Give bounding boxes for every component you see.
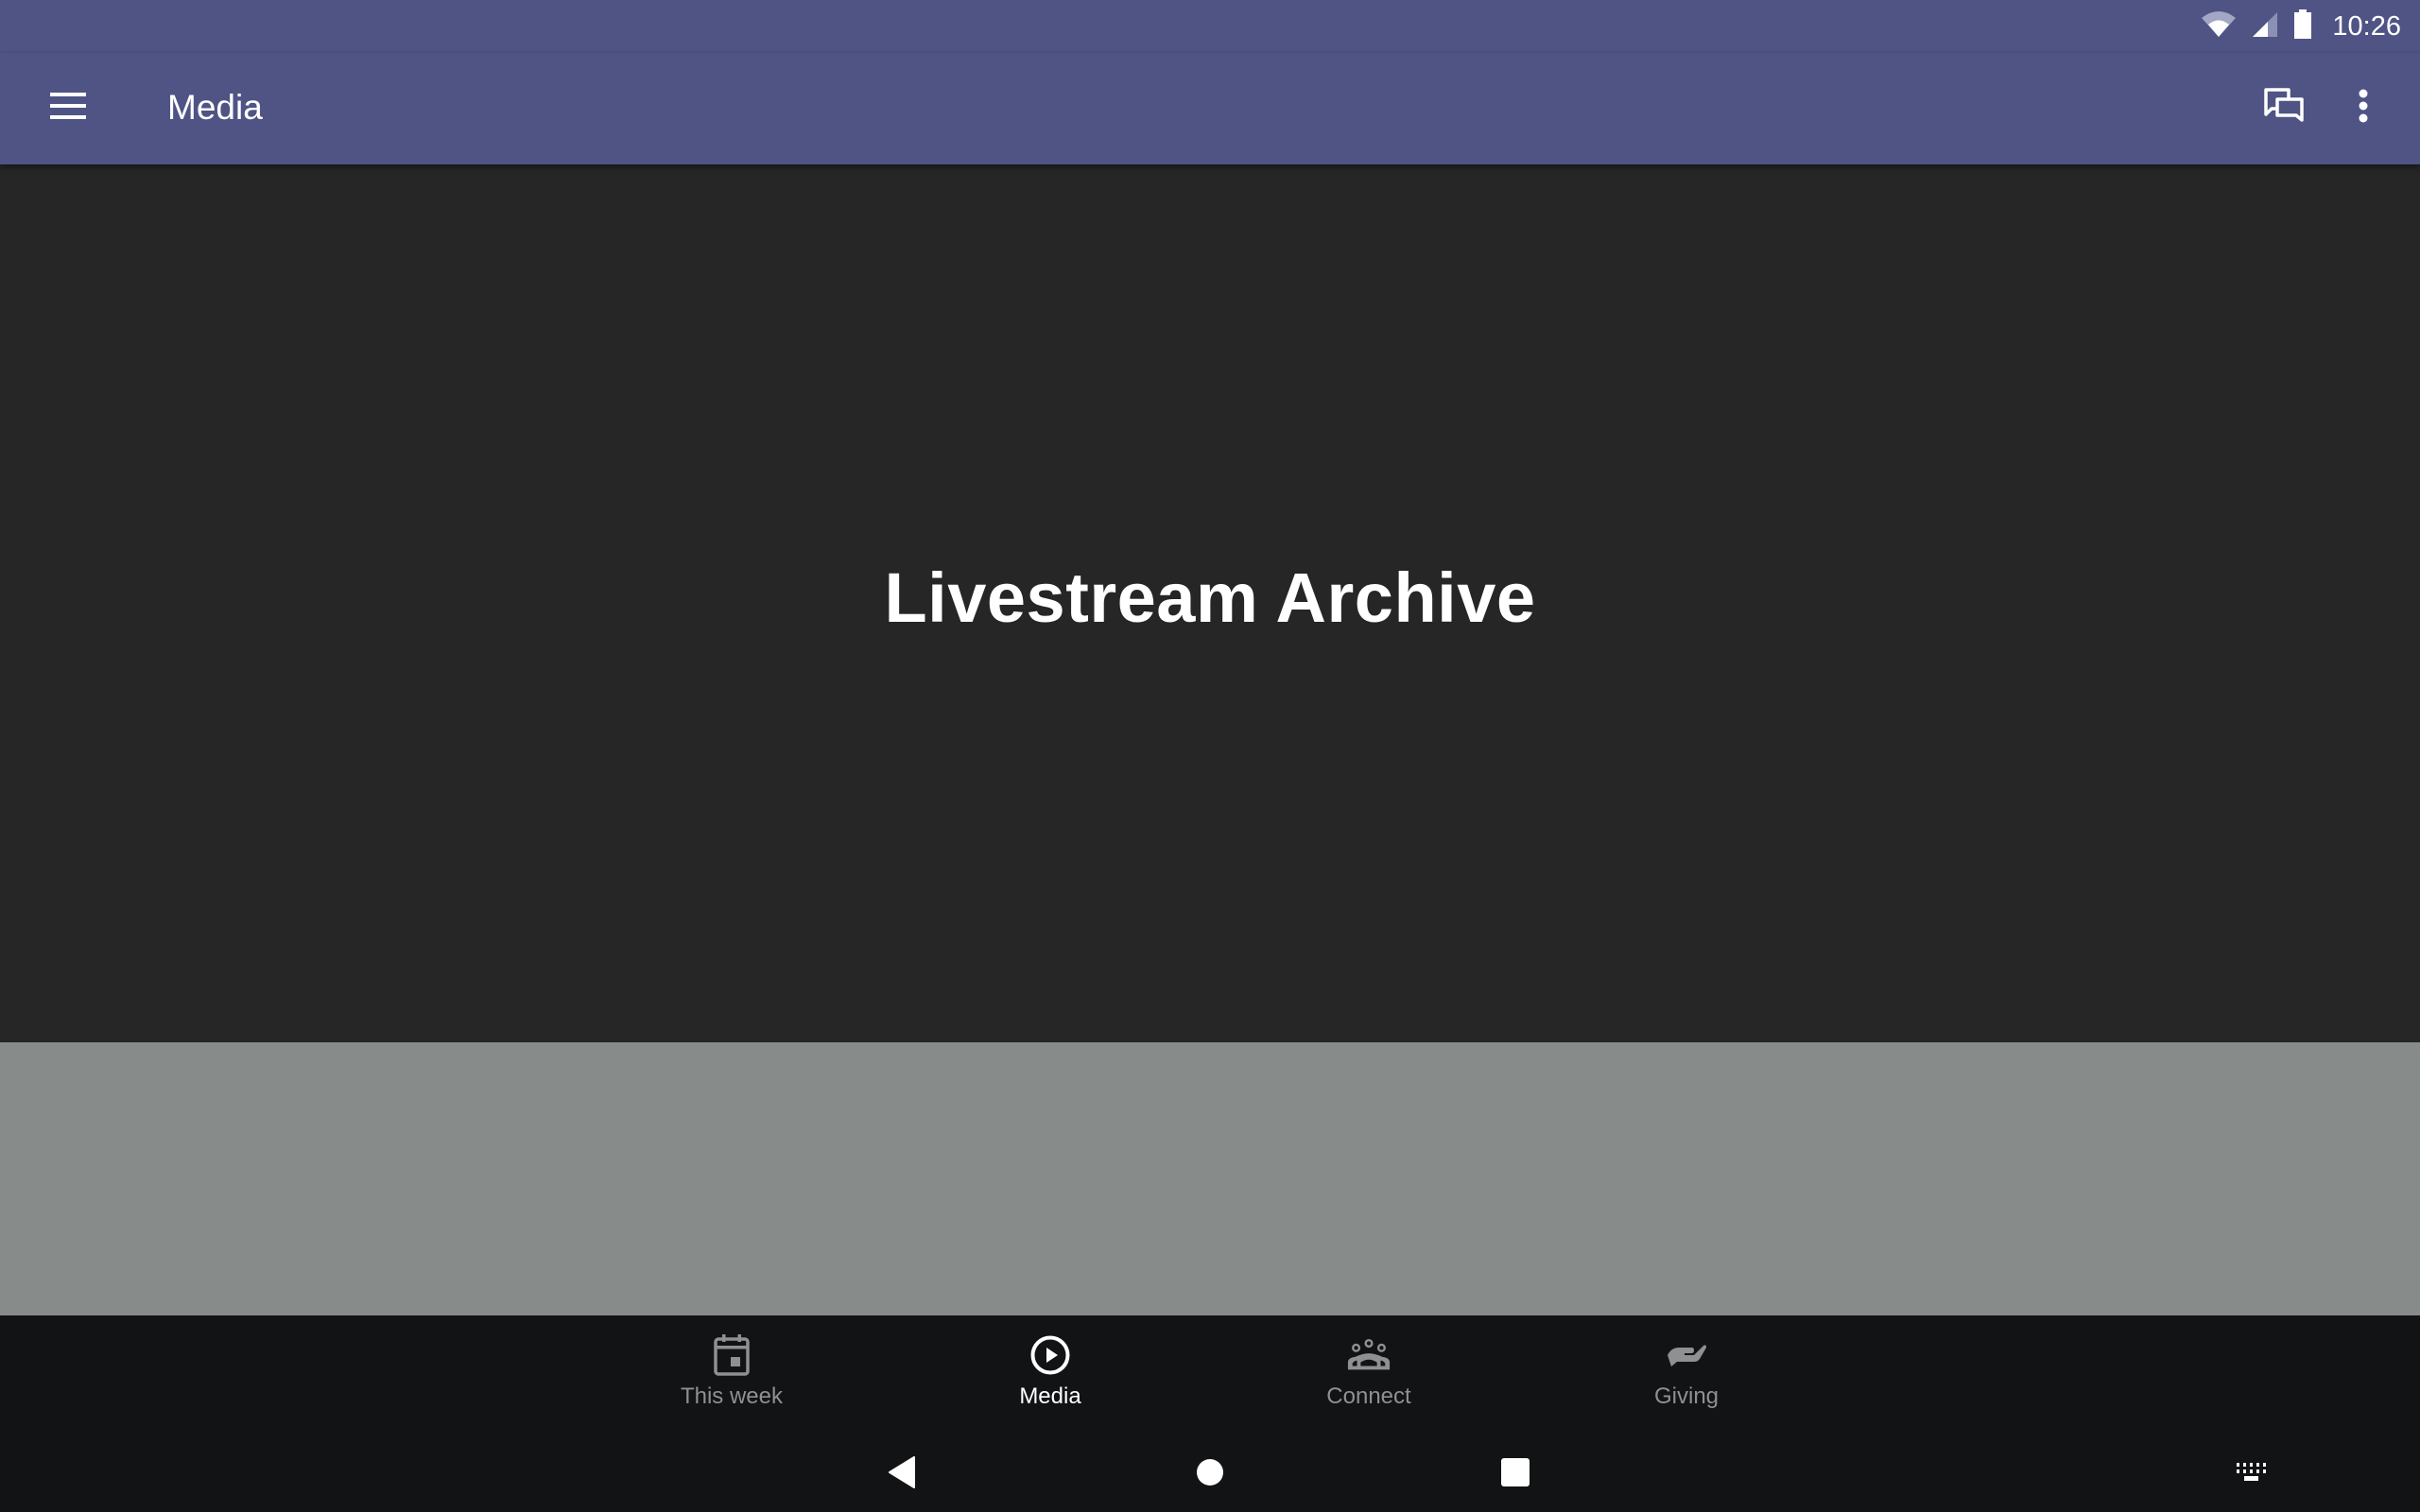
keyboard-switch-button[interactable] <box>2223 1446 2280 1503</box>
giving-hand-icon <box>1664 1332 1709 1378</box>
back-icon <box>888 1455 916 1493</box>
more-options-button[interactable] <box>2333 77 2394 138</box>
play-circle-icon <box>1028 1332 1073 1378</box>
home-button[interactable] <box>1182 1446 1238 1503</box>
page-title: Media <box>167 88 263 127</box>
system-navigation-bar <box>0 1427 2420 1512</box>
tab-label: Connect <box>1326 1383 1411 1409</box>
home-icon <box>1196 1458 1224 1491</box>
hero-title: Livestream Archive <box>884 558 1536 637</box>
livestream-archive-banner[interactable]: Livestream Archive <box>0 164 2420 1042</box>
status-icons: 10:26 <box>2200 8 2401 45</box>
cell-signal-icon <box>2251 10 2279 43</box>
recents-icon <box>1501 1457 1530 1491</box>
content-panel <box>0 1042 2420 1315</box>
status-time: 10:26 <box>2332 10 2401 42</box>
hamburger-menu-icon <box>50 92 86 124</box>
wifi-icon <box>2200 10 2238 43</box>
tab-this-week[interactable]: This week <box>637 1315 826 1427</box>
tab-label: Giving <box>1653 1383 1720 1409</box>
back-button[interactable] <box>873 1446 930 1503</box>
tab-label: This week <box>680 1383 784 1409</box>
app-toolbar: Media <box>0 53 2420 164</box>
keyboard-icon <box>2237 1462 2267 1486</box>
battery-icon <box>2292 9 2313 44</box>
chat-button[interactable] <box>2254 77 2314 138</box>
calendar-icon <box>709 1332 754 1378</box>
tab-connect[interactable]: Connect <box>1274 1315 1463 1427</box>
group-icon <box>1346 1332 1392 1378</box>
tab-label: Media <box>1019 1383 1081 1409</box>
tab-media[interactable]: Media <box>956 1315 1145 1427</box>
tab-giving[interactable]: Giving <box>1592 1315 1781 1427</box>
menu-button[interactable] <box>38 77 98 138</box>
status-bar: 10:26 <box>0 0 2420 53</box>
bottom-navigation: This week Media Connect Giving <box>0 1315 2420 1427</box>
more-vert-icon <box>2358 89 2369 128</box>
chat-icon <box>2263 87 2305 129</box>
recents-button[interactable] <box>1487 1446 1544 1503</box>
